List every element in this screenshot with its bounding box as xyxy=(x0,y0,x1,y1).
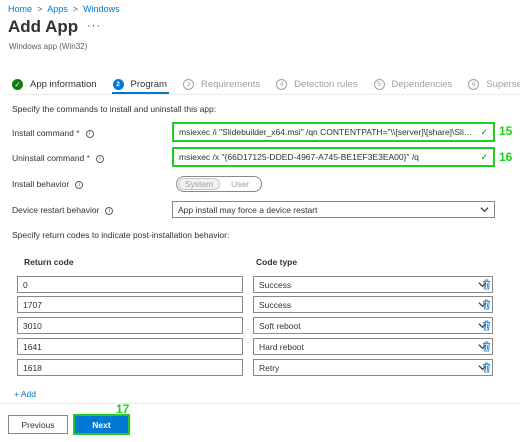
step-number: 4 xyxy=(276,78,288,90)
install-command-input[interactable]: msiexec /i "Slidebuilder_x64.msi" /qn CO… xyxy=(172,122,495,142)
tab-divider xyxy=(8,94,520,95)
step-label: Program xyxy=(130,78,167,90)
trash-icon[interactable] xyxy=(482,279,491,290)
step-number: 3 xyxy=(182,78,194,90)
return-codes-intro: Specify return codes to indicate post-in… xyxy=(12,230,230,240)
trash-icon[interactable] xyxy=(482,299,491,310)
step-label: Requirements xyxy=(200,78,261,90)
next-button[interactable]: Next xyxy=(73,414,130,435)
footer-divider xyxy=(0,403,520,404)
return-code-input[interactable]: 1707 xyxy=(17,296,243,313)
wizard-steps: ✓ App information 2 Program 3 Requiremen… xyxy=(12,74,520,94)
info-icon[interactable]: i xyxy=(75,181,84,189)
step-label: App information xyxy=(30,78,97,90)
device-restart-dropdown[interactable]: App install may force a device restart xyxy=(172,201,495,218)
uninstall-command-label: Uninstall command * i xyxy=(12,153,104,163)
step-label: Dependencies xyxy=(391,78,453,90)
page-subtitle: Windows app (Win32) xyxy=(9,42,88,51)
return-code-input[interactable]: 1641 xyxy=(17,338,243,355)
add-return-code-link[interactable]: + Add xyxy=(14,389,36,399)
active-tab-indicator xyxy=(112,92,169,94)
trash-icon[interactable] xyxy=(482,320,491,331)
step-number: 2 xyxy=(112,78,124,90)
trash-icon[interactable] xyxy=(482,362,491,373)
return-code-input[interactable]: 3010 xyxy=(17,317,243,334)
column-header-return-code: Return code xyxy=(24,257,74,267)
table-row: 0 Success xyxy=(17,276,493,293)
return-code-input[interactable]: 1618 xyxy=(17,359,243,376)
install-behavior-toggle[interactable]: System User xyxy=(176,176,262,192)
device-restart-label: Device restart behavior i xyxy=(12,205,114,215)
table-row: 1641 Hard reboot xyxy=(17,338,493,355)
breadcrumb-windows[interactable]: Windows xyxy=(83,4,120,14)
step-supersedence[interactable]: 6 Supersedence xyxy=(468,78,520,90)
commands-intro: Specify the commands to install and unin… xyxy=(12,104,217,114)
table-row: 1707 Success xyxy=(17,296,493,313)
step-label: Supersedence xyxy=(486,78,520,90)
trash-icon[interactable] xyxy=(482,341,491,352)
page-title: Add App xyxy=(8,17,79,36)
return-code-input[interactable]: 0 xyxy=(17,276,243,293)
annotation-16: 16 xyxy=(499,150,513,164)
step-requirements[interactable]: 3 Requirements xyxy=(182,78,261,90)
step-detection-rules[interactable]: 4 Detection rules xyxy=(276,78,358,90)
code-type-dropdown[interactable]: Retry xyxy=(253,359,493,376)
check-icon: ✓ xyxy=(480,126,488,137)
previous-button[interactable]: Previous xyxy=(8,415,68,434)
code-type-dropdown[interactable]: Soft reboot xyxy=(253,317,493,334)
step-dependencies[interactable]: 5 Dependencies xyxy=(373,78,453,90)
step-app-information[interactable]: ✓ App information xyxy=(12,78,97,90)
breadcrumb-apps[interactable]: Apps xyxy=(47,4,68,14)
code-type-dropdown[interactable]: Hard reboot xyxy=(253,338,493,355)
code-type-dropdown[interactable]: Success xyxy=(253,296,493,313)
more-options-icon[interactable]: ··· xyxy=(87,20,101,32)
breadcrumb-separator: > xyxy=(37,4,43,14)
breadcrumb: Home > Apps > Windows xyxy=(8,4,120,14)
info-icon[interactable]: i xyxy=(95,155,104,163)
chevron-down-icon xyxy=(480,207,489,213)
info-icon[interactable]: i xyxy=(85,130,94,138)
uninstall-command-input[interactable]: msiexec /x "{66D17125-DDED-4967-A745-BE1… xyxy=(172,147,495,167)
info-icon[interactable]: i xyxy=(105,207,114,215)
option-system[interactable]: System xyxy=(178,178,220,190)
check-icon: ✓ xyxy=(12,78,23,90)
option-user[interactable]: User xyxy=(220,178,260,190)
step-number: 5 xyxy=(373,78,385,90)
breadcrumb-home[interactable]: Home xyxy=(8,4,32,14)
annotation-15: 15 xyxy=(499,124,513,138)
column-header-code-type: Code type xyxy=(256,257,298,267)
install-behavior-label: Install behavior i xyxy=(12,179,84,189)
table-row: 3010 Soft reboot xyxy=(17,317,493,334)
step-program[interactable]: 2 Program xyxy=(112,78,167,90)
step-label: Detection rules xyxy=(294,78,358,90)
check-icon: ✓ xyxy=(480,151,488,162)
code-type-dropdown[interactable]: Success xyxy=(253,276,493,293)
breadcrumb-separator: > xyxy=(72,4,79,14)
install-command-label: Install command * i xyxy=(12,128,94,138)
table-row: 1618 Retry xyxy=(17,359,493,376)
step-number: 6 xyxy=(468,78,480,90)
